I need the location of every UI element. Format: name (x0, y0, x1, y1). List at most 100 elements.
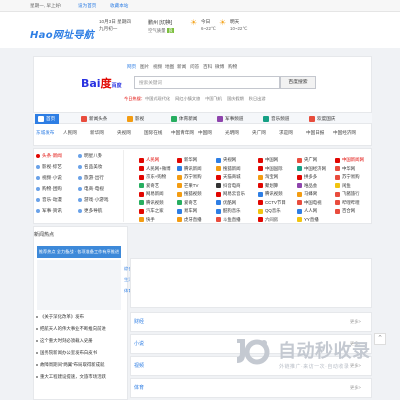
site-grid-link[interactable]: 马蜂窝 (297, 191, 317, 197)
site-grid-link[interactable]: 腾讯视频 (139, 200, 164, 206)
site-link[interactable]: 东城发布 (36, 130, 54, 136)
search-tab[interactable]: 地图 (165, 64, 174, 70)
site-grid-link[interactable]: 苏宁易购 (177, 174, 202, 180)
site-grid-link[interactable]: 汽车之家 (139, 208, 164, 214)
site-grid-link[interactable]: 酷狗音乐 (216, 208, 241, 214)
category-link[interactable]: 电商·电视 (78, 186, 104, 192)
site-grid-link[interactable]: 聚划算 (258, 183, 278, 189)
nav-item[interactable]: 影视 (127, 114, 144, 124)
site-grid-link[interactable]: 搜狐视频 (177, 191, 202, 197)
site-grid-link[interactable]: 拼多多 (297, 174, 317, 180)
site-grid-link[interactable]: 易车网 (177, 208, 197, 214)
site-grid-link[interactable]: 唯品会 (297, 183, 317, 189)
site-grid-link[interactable]: 百合网 (335, 208, 355, 214)
category-link[interactable]: 名品美妆 (78, 164, 102, 170)
section-title[interactable]: 体育 (134, 384, 144, 391)
site-grid-link[interactable]: 芒果TV (177, 183, 198, 189)
site-grid-link[interactable]: 网易新闻 (139, 191, 164, 197)
scroll-to-top-button[interactable]: ⌃ (374, 333, 386, 345)
section-more-link[interactable]: 更多> (350, 385, 361, 391)
site-grid-link[interactable]: 新华网 (177, 157, 197, 163)
site-grid-link[interactable]: 人民网+微博 (139, 166, 171, 172)
site-link[interactable]: 光明网 (225, 130, 239, 136)
category-link[interactable]: 军事·资讯 (36, 208, 62, 214)
site-grid-link[interactable]: 腾讯新闻 (177, 166, 202, 172)
site-link[interactable]: 央视网 (117, 130, 131, 136)
set-home-link[interactable]: 设为首页 (78, 3, 96, 9)
hot-search-item[interactable]: 国庆假期 (227, 96, 244, 101)
site-logo[interactable]: Hao网址导航 (30, 26, 94, 41)
site-grid-link[interactable]: 爱奇艺 (139, 183, 159, 189)
site-grid-link[interactable]: 人民网 (139, 157, 159, 163)
site-grid-link[interactable]: 央广网 (297, 157, 317, 163)
hot-search-item[interactable]: 中国式现代化 (145, 96, 170, 101)
site-grid-link[interactable]: 哔哩哔哩 (335, 200, 360, 206)
hot-search-item[interactable]: 网红小镇文旅 (175, 96, 200, 101)
category-link[interactable]: 购物·团购 (36, 186, 62, 192)
site-grid-link[interactable]: YY直播 (297, 217, 319, 223)
site-link[interactable]: 人民网 (63, 130, 77, 136)
search-input[interactable]: 搜索关键词 (134, 76, 280, 89)
site-grid-link[interactable]: 中国新闻网 (335, 157, 364, 163)
site-link[interactable]: 求是网 (279, 130, 293, 136)
site-grid-link[interactable]: QQ音乐 (258, 208, 281, 214)
search-tab[interactable]: 视频 (153, 64, 162, 70)
site-link[interactable]: 央广网 (252, 130, 266, 136)
search-tab[interactable]: 网页 (127, 64, 136, 70)
site-link[interactable]: 中国网 (198, 130, 212, 136)
site-grid-link[interactable]: CCTV节目 (258, 200, 286, 206)
city-switch[interactable]: 鹏州 [切换] (148, 19, 174, 26)
site-grid-link[interactable]: 腾讯视频 (258, 191, 283, 197)
site-grid-link[interactable]: 六间房 (258, 217, 278, 223)
section-title[interactable]: 视频 (134, 362, 144, 369)
site-grid-link[interactable]: 淘宝网 (258, 174, 278, 180)
category-link[interactable]: 明星八卦 (78, 153, 102, 159)
hot-search-item[interactable]: 秋日出游 (249, 96, 266, 101)
site-grid-link[interactable]: 优酷网 (216, 200, 236, 206)
nav-item[interactable]: 军事频道 (217, 114, 243, 124)
news-item[interactable]: 重大工程建设提速，文旅市场活跃 (36, 374, 106, 380)
search-tab[interactable]: 微博 (215, 64, 224, 70)
news-item[interactable]: 把航天人的伟大事业不断推向前进 (36, 326, 106, 332)
search-tab[interactable]: 购物 (228, 64, 237, 70)
site-grid-link[interactable]: 天猫商城 (216, 174, 241, 180)
site-grid-link[interactable]: 斗鱼直播 (216, 217, 241, 223)
news-item[interactable]: 这个重大时刻必须载入史册 (36, 338, 93, 344)
site-grid-link[interactable]: 飞猪旅行 (335, 191, 360, 197)
news-item[interactable]: 故障周期间“两翼”布局取得新成就 (36, 362, 104, 368)
news-image-placeholder[interactable] (37, 260, 121, 310)
section-title[interactable]: 小说 (134, 340, 144, 347)
nav-item[interactable]: 首页 (35, 114, 60, 124)
category-link[interactable]: 音乐·动漫 (36, 197, 62, 203)
category-link[interactable]: 头条·新闻 (36, 153, 62, 159)
weather-city[interactable]: 鹏州 [切换] 空气质量 良 (148, 19, 175, 34)
site-grid-link[interactable]: 苏宁易购 (335, 174, 360, 180)
search-button[interactable]: 百度搜索 (280, 76, 316, 89)
section-more-link[interactable]: 更多> (350, 341, 361, 347)
site-link[interactable]: 国际在线 (144, 130, 162, 136)
category-link[interactable]: 旅游·出行 (78, 175, 104, 181)
nav-item[interactable]: 音乐频道 (263, 114, 289, 124)
site-grid-link[interactable]: 爱奇艺 (177, 200, 197, 206)
site-grid-link[interactable]: 中国国际 (258, 166, 283, 172)
section-title[interactable]: 财经 (134, 318, 144, 325)
category-link[interactable]: 游戏·小游戏 (78, 197, 109, 203)
site-grid-link[interactable]: 网易云音乐 (216, 191, 245, 197)
site-grid-link[interactable]: 闲鱼 (335, 183, 351, 189)
category-link[interactable]: 更多导航 (78, 208, 102, 214)
category-link[interactable]: 影视·综艺 (36, 164, 62, 170)
site-link[interactable]: 中国青年网 (171, 130, 194, 136)
nav-item[interactable]: 新闻头条 (81, 114, 107, 124)
nav-item[interactable]: 体育新闻 (171, 114, 197, 124)
favorite-link[interactable]: 收藏本站 (110, 3, 128, 9)
section-more-link[interactable]: 更多> (350, 319, 361, 325)
news-item[interactable]: 《关于深化改革》发布 (36, 314, 84, 320)
site-grid-link[interactable]: 快手 (139, 217, 155, 223)
site-grid-link[interactable]: 搜狐新闻 (216, 166, 241, 172)
site-grid-link[interactable]: 中华网 (335, 166, 355, 172)
section-more-link[interactable]: 更多> (350, 363, 361, 369)
site-grid-link[interactable]: 抖音电商 (216, 183, 241, 189)
site-grid-link[interactable]: 中国电视 (297, 200, 322, 206)
site-grid-link[interactable]: 虎牙直播 (177, 217, 202, 223)
news-banner[interactable]: 推荐热点 全力备战 · 各项准备工作有序推进 (37, 246, 121, 258)
